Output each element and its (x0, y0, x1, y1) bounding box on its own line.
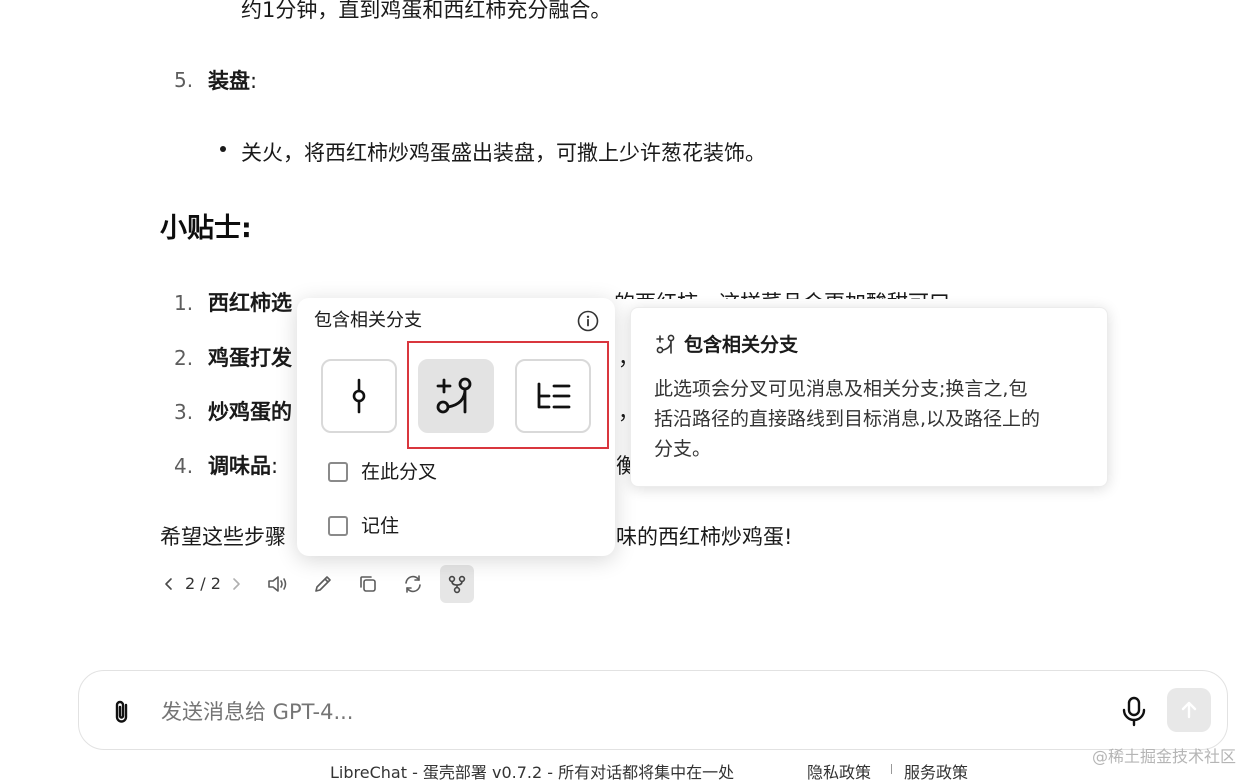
git-branch-plus-icon (656, 334, 675, 354)
highlight-box (407, 341, 609, 449)
tip-1-tail: 的西红柿，这样菜品会更加酸甜可口 (614, 289, 1014, 299)
send-button[interactable] (1167, 688, 1211, 732)
copy-icon (360, 576, 376, 592)
closing-text-right: 味的西红柿炒鸡蛋! (616, 525, 793, 549)
speaker-icon (268, 576, 287, 592)
fork-button[interactable] (440, 565, 474, 603)
remember-label: 记住 (361, 515, 400, 537)
arrow-up-icon (1181, 701, 1197, 719)
read-aloud-button[interactable] (260, 565, 294, 603)
copy-button[interactable] (351, 565, 385, 603)
remember-checkbox[interactable] (328, 516, 348, 536)
message-input[interactable] (159, 691, 1063, 733)
tooltip-title: 包含相关分支 (684, 334, 799, 356)
tip-4-line: 调味品: (208, 452, 278, 480)
tip-3-number: 3. (174, 400, 194, 424)
sibling-pager: 2 / 2 (185, 574, 221, 593)
git-commit-icon (352, 378, 366, 414)
closing-text-left: 希望这些步骤 (160, 525, 286, 549)
tip-2-title: 鸡蛋打发 (208, 346, 292, 370)
regenerate-button[interactable] (396, 565, 430, 603)
tip-1-number: 1. (174, 291, 194, 315)
footer-divider (891, 764, 892, 774)
chevron-right-icon (233, 578, 240, 590)
step5-line: 装盘: (208, 67, 257, 95)
message-composer (78, 670, 1228, 750)
footer-info-text: LibreChat - 蛋壳部署 v0.7.2 - 所有对话都将集中在一处 (330, 763, 735, 782)
chevron-left-icon (165, 578, 172, 590)
pencil-icon (315, 576, 331, 592)
prev-sibling-button[interactable] (163, 574, 177, 594)
tip-4-number: 4. (174, 454, 194, 478)
step4-tail-text: 约1分钟，直到鸡蛋和西红柿充分融合。 (241, 0, 612, 22)
fork-icon (448, 575, 466, 594)
option-tooltip: 包含相关分支 此选项会分叉可见消息及相关分支;换言之,包 括沿路径的直接路线到目… (630, 307, 1108, 487)
tip-3-title: 炒鸡蛋的 (208, 400, 292, 424)
tip-4-colon: : (271, 454, 279, 478)
branch-here-label: 在此分叉 (361, 461, 438, 483)
step5-title: 装盘 (208, 69, 250, 93)
step5-number: 5. (174, 68, 194, 92)
step5-bullet-text: 关火，将西红柿炒鸡蛋盛出装盘，可撒上少许葱花装饰。 (241, 141, 766, 165)
voice-input-button[interactable] (1119, 695, 1149, 727)
tooltip-line-1: 此选项会分叉可见消息及相关分支;换言之,包 (654, 378, 1028, 400)
popover-title: 包含相关分支 (314, 310, 422, 331)
option-visible-messages-button[interactable] (321, 359, 397, 433)
tips-heading: 小贴士: (160, 213, 252, 244)
paperclip-icon (115, 700, 128, 723)
bullet-dot (220, 146, 226, 152)
next-sibling-button[interactable] (230, 574, 244, 594)
attach-button[interactable] (107, 697, 137, 727)
info-button[interactable] (577, 310, 599, 332)
tooltip-line-3: 分支。 (654, 438, 712, 460)
regenerate-icon (405, 575, 421, 593)
tip-4-title: 调味品 (208, 454, 271, 478)
edit-button[interactable] (306, 565, 340, 603)
info-icon (577, 310, 599, 332)
microphone-icon (1122, 696, 1146, 727)
terms-link[interactable]: 服务政策 (904, 762, 968, 784)
tip-1-title: 西红柿选 (208, 291, 292, 315)
watermark: @稀土掘金技术社区 (1092, 747, 1237, 766)
branch-here-checkbox[interactable] (328, 462, 348, 482)
step5-colon: : (250, 69, 258, 93)
tooltip-line-2: 括沿路径的直接路线到目标消息,以及路径上的 (654, 408, 1041, 430)
tip-2-number: 2. (174, 346, 194, 370)
privacy-policy-link[interactable]: 隐私政策 (807, 762, 871, 784)
